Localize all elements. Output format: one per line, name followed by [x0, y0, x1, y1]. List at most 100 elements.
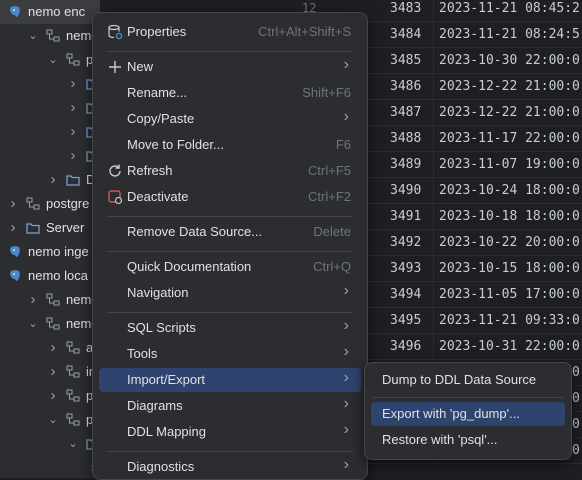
chevron-right-icon[interactable]: ›	[48, 340, 58, 355]
menu-item-copy-paste[interactable]: Copy/Paste ›	[99, 107, 361, 131]
cell-id[interactable]: 3490	[390, 183, 421, 198]
chevron-down-icon[interactable]: ⌄	[48, 55, 58, 66]
menu-item-new[interactable]: New ›	[99, 55, 361, 79]
cell-datetime[interactable]: 2023-11-05 17:00:0	[439, 287, 580, 302]
cell-datetime[interactable]: 2023-10-22 20:00:0	[439, 235, 580, 250]
chevron-right-icon[interactable]: ›	[68, 76, 78, 91]
chevron-right-icon[interactable]: ›	[48, 388, 58, 403]
tree-item[interactable]: ⌄nemos	[0, 312, 100, 336]
submenu-item-label: Dump to DDL Data Source	[382, 372, 537, 387]
cell-id[interactable]: 3485	[390, 53, 421, 68]
menu-item-move-to-folder[interactable]: Move to Folder... F6	[99, 133, 361, 157]
cell-id[interactable]: 3493	[390, 261, 421, 276]
import-export-submenu: Dump to DDL Data Source Export with 'pg_d…	[364, 362, 572, 460]
schema-icon	[66, 413, 80, 427]
menu-item-quick-documentation[interactable]: Quick Documentation Ctrl+Q	[99, 255, 361, 279]
database-tree: nemo enc⌄nemos⌄pub›t›r›s›c›Data›postgre›…	[0, 0, 100, 478]
cell-datetime[interactable]: 2023-10-24 18:00:0	[439, 183, 580, 198]
tree-item[interactable]: ›info	[0, 360, 101, 384]
tree-item-label: postgre	[46, 196, 90, 211]
chevron-right-icon[interactable]: ›	[48, 364, 58, 379]
cell-datetime[interactable]: 2023-11-17 22:00:0	[439, 131, 580, 146]
chevron-right-icon[interactable]: ›	[68, 148, 78, 163]
menu-item-refresh[interactable]: Refresh Ctrl+F5	[99, 159, 361, 183]
cell-id[interactable]: 3483	[390, 1, 421, 16]
chevron-right-icon[interactable]: ›	[68, 124, 78, 139]
tree-item[interactable]: ⌄pub	[0, 48, 100, 72]
menu-item-import-export[interactable]: Import/Export ›	[99, 368, 361, 392]
tree-item[interactable]: › Server	[0, 216, 100, 240]
cell-datetime[interactable]: 2023-12-22 21:00:0	[439, 79, 580, 94]
menu-item-tools[interactable]: Tools ›	[99, 342, 361, 366]
cell-id[interactable]: 3484	[390, 27, 421, 42]
cell-id[interactable]: 3486	[390, 79, 421, 94]
tree-item[interactable]: ›r	[0, 96, 100, 120]
chevron-right-icon[interactable]: ›	[8, 220, 18, 235]
cell-datetime[interactable]: 2023-10-30 22:00:0	[439, 53, 580, 68]
menu-item-properties[interactable]: Properties Ctrl+Alt+Shift+S	[99, 20, 361, 44]
context-menu: Properties Ctrl+Alt+Shift+S New › Rename... S…	[92, 12, 368, 480]
refresh-icon	[107, 163, 123, 179]
cell-datetime[interactable]: 2023-10-15 18:00:0	[439, 261, 580, 276]
tree-item[interactable]: ›s	[0, 120, 100, 144]
chevron-right-icon[interactable]: ›	[68, 100, 78, 115]
menu-item-label: Navigation	[127, 285, 189, 300]
menu-item-navigation[interactable]: Navigation ›	[99, 281, 361, 305]
tree-item[interactable]: ›	[0, 456, 100, 478]
menu-separator	[107, 216, 353, 217]
submenu-arrow-icon: ›	[343, 421, 349, 438]
postgres-icon	[8, 269, 22, 283]
menu-item-ddl-mapping[interactable]: DDL Mapping ›	[99, 420, 361, 444]
tree-item[interactable]: ⌄t	[0, 432, 100, 456]
cell-datetime[interactable]: 2023-11-07 19:00:0	[439, 157, 580, 172]
cell-datetime[interactable]: 2023-11-21 08:45:2	[439, 1, 580, 16]
submenu-arrow-icon: ›	[343, 317, 349, 334]
menu-item-diagrams[interactable]: Diagrams ›	[99, 394, 361, 418]
cell-id[interactable]: 3488	[390, 131, 421, 146]
tree-item[interactable]: ⌄pub	[0, 408, 100, 432]
cell-id[interactable]: 3487	[390, 105, 421, 120]
cell-id[interactable]: 3495	[390, 313, 421, 328]
cell-datetime[interactable]: 2023-10-18 18:00:0	[439, 209, 580, 224]
tree-item[interactable]: ›c	[0, 144, 100, 168]
submenu-item-dump-to-ddl-data-source[interactable]: Dump to DDL Data Source	[371, 368, 565, 392]
tree-item[interactable]: ›t	[0, 72, 100, 96]
submenu-item-label: Export with 'pg_dump'...	[382, 406, 520, 421]
tree-item[interactable]: nemo loca	[0, 264, 100, 288]
menu-item-label: DDL Mapping	[127, 424, 207, 439]
schema-icon	[66, 53, 80, 67]
cell-id[interactable]: 3492	[390, 235, 421, 250]
menu-item-rename[interactable]: Rename... Shift+F6	[99, 81, 361, 105]
tree-item[interactable]: ⌄nemos	[0, 24, 100, 48]
cell-id[interactable]: 3494	[390, 287, 421, 302]
cell-id[interactable]: 3491	[390, 209, 421, 224]
tree-item[interactable]: ›nemo_c	[0, 288, 101, 312]
submenu-arrow-icon: ›	[343, 369, 349, 386]
menu-item-remove-data-source[interactable]: Remove Data Source... Delete	[99, 220, 361, 244]
tree-item[interactable]: ›aux	[0, 336, 101, 360]
tree-item[interactable]: › postgre	[0, 192, 100, 216]
tree-item[interactable]: nemo inge	[0, 240, 100, 264]
chevron-down-icon[interactable]: ⌄	[28, 319, 38, 330]
chevron-down-icon[interactable]: ⌄	[68, 439, 78, 450]
tree-item[interactable]: ›Data	[0, 168, 101, 192]
submenu-item-export-with-pg-dump[interactable]: Export with 'pg_dump'...	[371, 402, 565, 426]
menu-item-sql-scripts[interactable]: SQL Scripts ›	[99, 316, 361, 340]
tree-item[interactable]: nemo enc	[0, 0, 100, 24]
cell-datetime[interactable]: 2023-11-21 08:24:5	[439, 27, 580, 42]
menu-item-diagnostics[interactable]: Diagnostics ›	[99, 455, 361, 479]
chevron-down-icon[interactable]: ⌄	[48, 415, 58, 426]
cell-id[interactable]: 3489	[390, 157, 421, 172]
submenu-item-restore-with-psql[interactable]: Restore with 'psql'...	[371, 428, 565, 452]
menu-item-label: Tools	[127, 346, 158, 361]
cell-id[interactable]: 3496	[390, 339, 421, 354]
tree-item[interactable]: ›pg_c	[0, 384, 101, 408]
cell-datetime[interactable]: 2023-11-21 09:33:0	[439, 313, 580, 328]
chevron-right-icon[interactable]: ›	[8, 196, 18, 211]
chevron-right-icon[interactable]: ›	[48, 172, 58, 187]
chevron-right-icon[interactable]: ›	[28, 292, 38, 307]
cell-datetime[interactable]: 2023-12-22 21:00:0	[439, 105, 580, 120]
menu-item-deactivate[interactable]: Deactivate Ctrl+F2	[99, 185, 361, 209]
chevron-down-icon[interactable]: ⌄	[28, 31, 38, 42]
cell-datetime[interactable]: 2023-10-31 22:00:0	[439, 339, 580, 354]
